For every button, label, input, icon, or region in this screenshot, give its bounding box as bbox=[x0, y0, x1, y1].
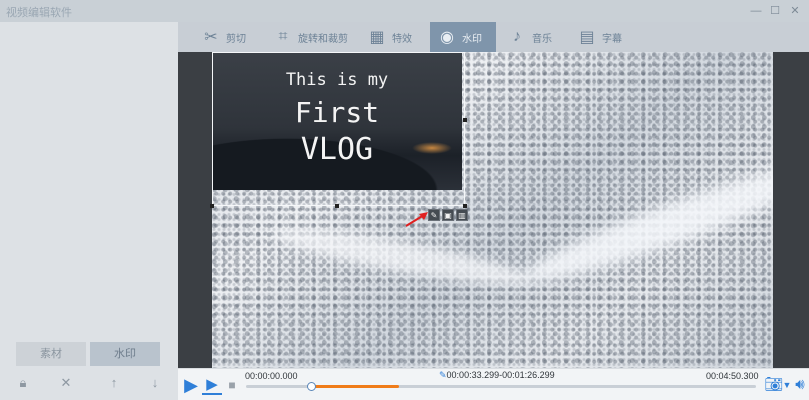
toolbar-watermark[interactable]: ◉ 水印 bbox=[430, 22, 496, 52]
toolbar-cut[interactable]: ✂ 剪切 bbox=[200, 22, 262, 52]
play-segment-icon[interactable]: ▶ bbox=[202, 375, 222, 395]
toolbar-effects-label: 特效 bbox=[392, 33, 412, 45]
arrow-up-icon[interactable]: ↑ bbox=[105, 374, 123, 392]
edit-toolbar: ✂ 剪切 ⌗ 旋转和裁剪 ▦ 特效 ◉ 水印 ♪ 音乐 ▤ 字幕 bbox=[178, 22, 809, 52]
toolbar-rotate-crop-label: 旋转和裁剪 bbox=[298, 33, 348, 45]
image-icon[interactable]: ▣ bbox=[442, 209, 454, 221]
toolbar-music[interactable]: ♪ 音乐 bbox=[506, 22, 566, 52]
subtitle-icon: ▤ bbox=[579, 29, 595, 46]
left-panel-actions: 🔒︎ ✕ ↑ ↓ bbox=[0, 372, 178, 394]
resize-handle-bottom[interactable] bbox=[335, 204, 339, 208]
title-bar: 视频编辑软件 — ☐ ✕ bbox=[0, 0, 809, 22]
toolbar-effects[interactable]: ▦ 特效 bbox=[366, 22, 424, 52]
current-time: 00:00:00.000 bbox=[245, 371, 298, 381]
left-panel: 素材 水印 🔒︎ ✕ ↑ ↓ bbox=[0, 22, 178, 400]
red-arrow-icon bbox=[405, 212, 428, 227]
timeline-clip-range bbox=[311, 385, 399, 388]
camera-icon[interactable]: 📷︎ bbox=[764, 375, 784, 395]
timeline-playhead[interactable] bbox=[307, 382, 317, 391]
film-reel-icon: ✂ bbox=[204, 29, 218, 46]
window-title: 视频编辑软件 bbox=[6, 7, 72, 19]
resize-handle-right[interactable] bbox=[463, 118, 467, 122]
tab-materials[interactable]: 素材 bbox=[16, 342, 86, 366]
toolbar-rotate-crop[interactable]: ⌗ 旋转和裁剪 bbox=[272, 22, 354, 52]
watermark-selection-box[interactable] bbox=[212, 52, 465, 206]
edit-pencil-icon[interactable]: ✎ bbox=[428, 209, 440, 221]
total-time: 00:04:50.300 bbox=[706, 371, 759, 381]
clip-range-time: ✎00:00:33.299-00:01:26.299 bbox=[439, 370, 555, 381]
toolbar-cut-label: 剪切 bbox=[226, 33, 246, 45]
effects-icon: ▦ bbox=[369, 29, 385, 46]
minimize-button[interactable]: — bbox=[748, 3, 764, 19]
arrow-down-icon[interactable]: ↓ bbox=[146, 374, 164, 392]
volume-icon[interactable]: 🔊︎ bbox=[790, 375, 809, 395]
play-icon[interactable]: ▶ bbox=[181, 375, 201, 395]
resize-handle-bottom-right[interactable] bbox=[463, 204, 467, 208]
toolbar-watermark-label: 水印 bbox=[462, 33, 482, 45]
music-note-icon: ♪ bbox=[513, 28, 521, 45]
timeline-track[interactable] bbox=[246, 382, 756, 391]
close-icon[interactable]: ✕ bbox=[57, 374, 75, 392]
toolbar-subtitle-label: 字幕 bbox=[602, 33, 622, 45]
stop-icon[interactable]: ■ bbox=[222, 375, 242, 395]
clip-range-text: 00:00:33.299-00:01:26.299 bbox=[446, 370, 555, 380]
playback-controls: ▶ ▶ ■ 00:00:00.000 ✎00:00:33.299-00:01:2… bbox=[178, 368, 809, 400]
video-editor-window: 视频编辑软件 — ☐ ✕ 素材 水印 🔒︎ ✕ ↑ ↓ ✂ 剪切 ⌗ 旋转和裁剪… bbox=[0, 0, 809, 400]
toolbar-music-label: 音乐 bbox=[532, 33, 552, 45]
tab-watermark-list[interactable]: 水印 bbox=[90, 342, 160, 366]
crop-icon: ⌗ bbox=[278, 28, 288, 45]
resize-handle-bottom-left[interactable] bbox=[210, 204, 214, 208]
watermark-reel-icon: ◉ bbox=[440, 29, 454, 46]
edit-pencil-small-icon[interactable]: ✎ bbox=[439, 370, 447, 380]
delete-icon[interactable]: ▥ bbox=[456, 209, 468, 221]
watermark-tools: ✎ ▣ ▥ bbox=[428, 209, 468, 222]
close-window-button[interactable]: ✕ bbox=[787, 3, 803, 19]
toolbar-subtitle[interactable]: ▤ 字幕 bbox=[576, 22, 636, 52]
maximize-button[interactable]: ☐ bbox=[767, 3, 783, 19]
lock-icon[interactable]: 🔒︎ bbox=[14, 374, 32, 392]
